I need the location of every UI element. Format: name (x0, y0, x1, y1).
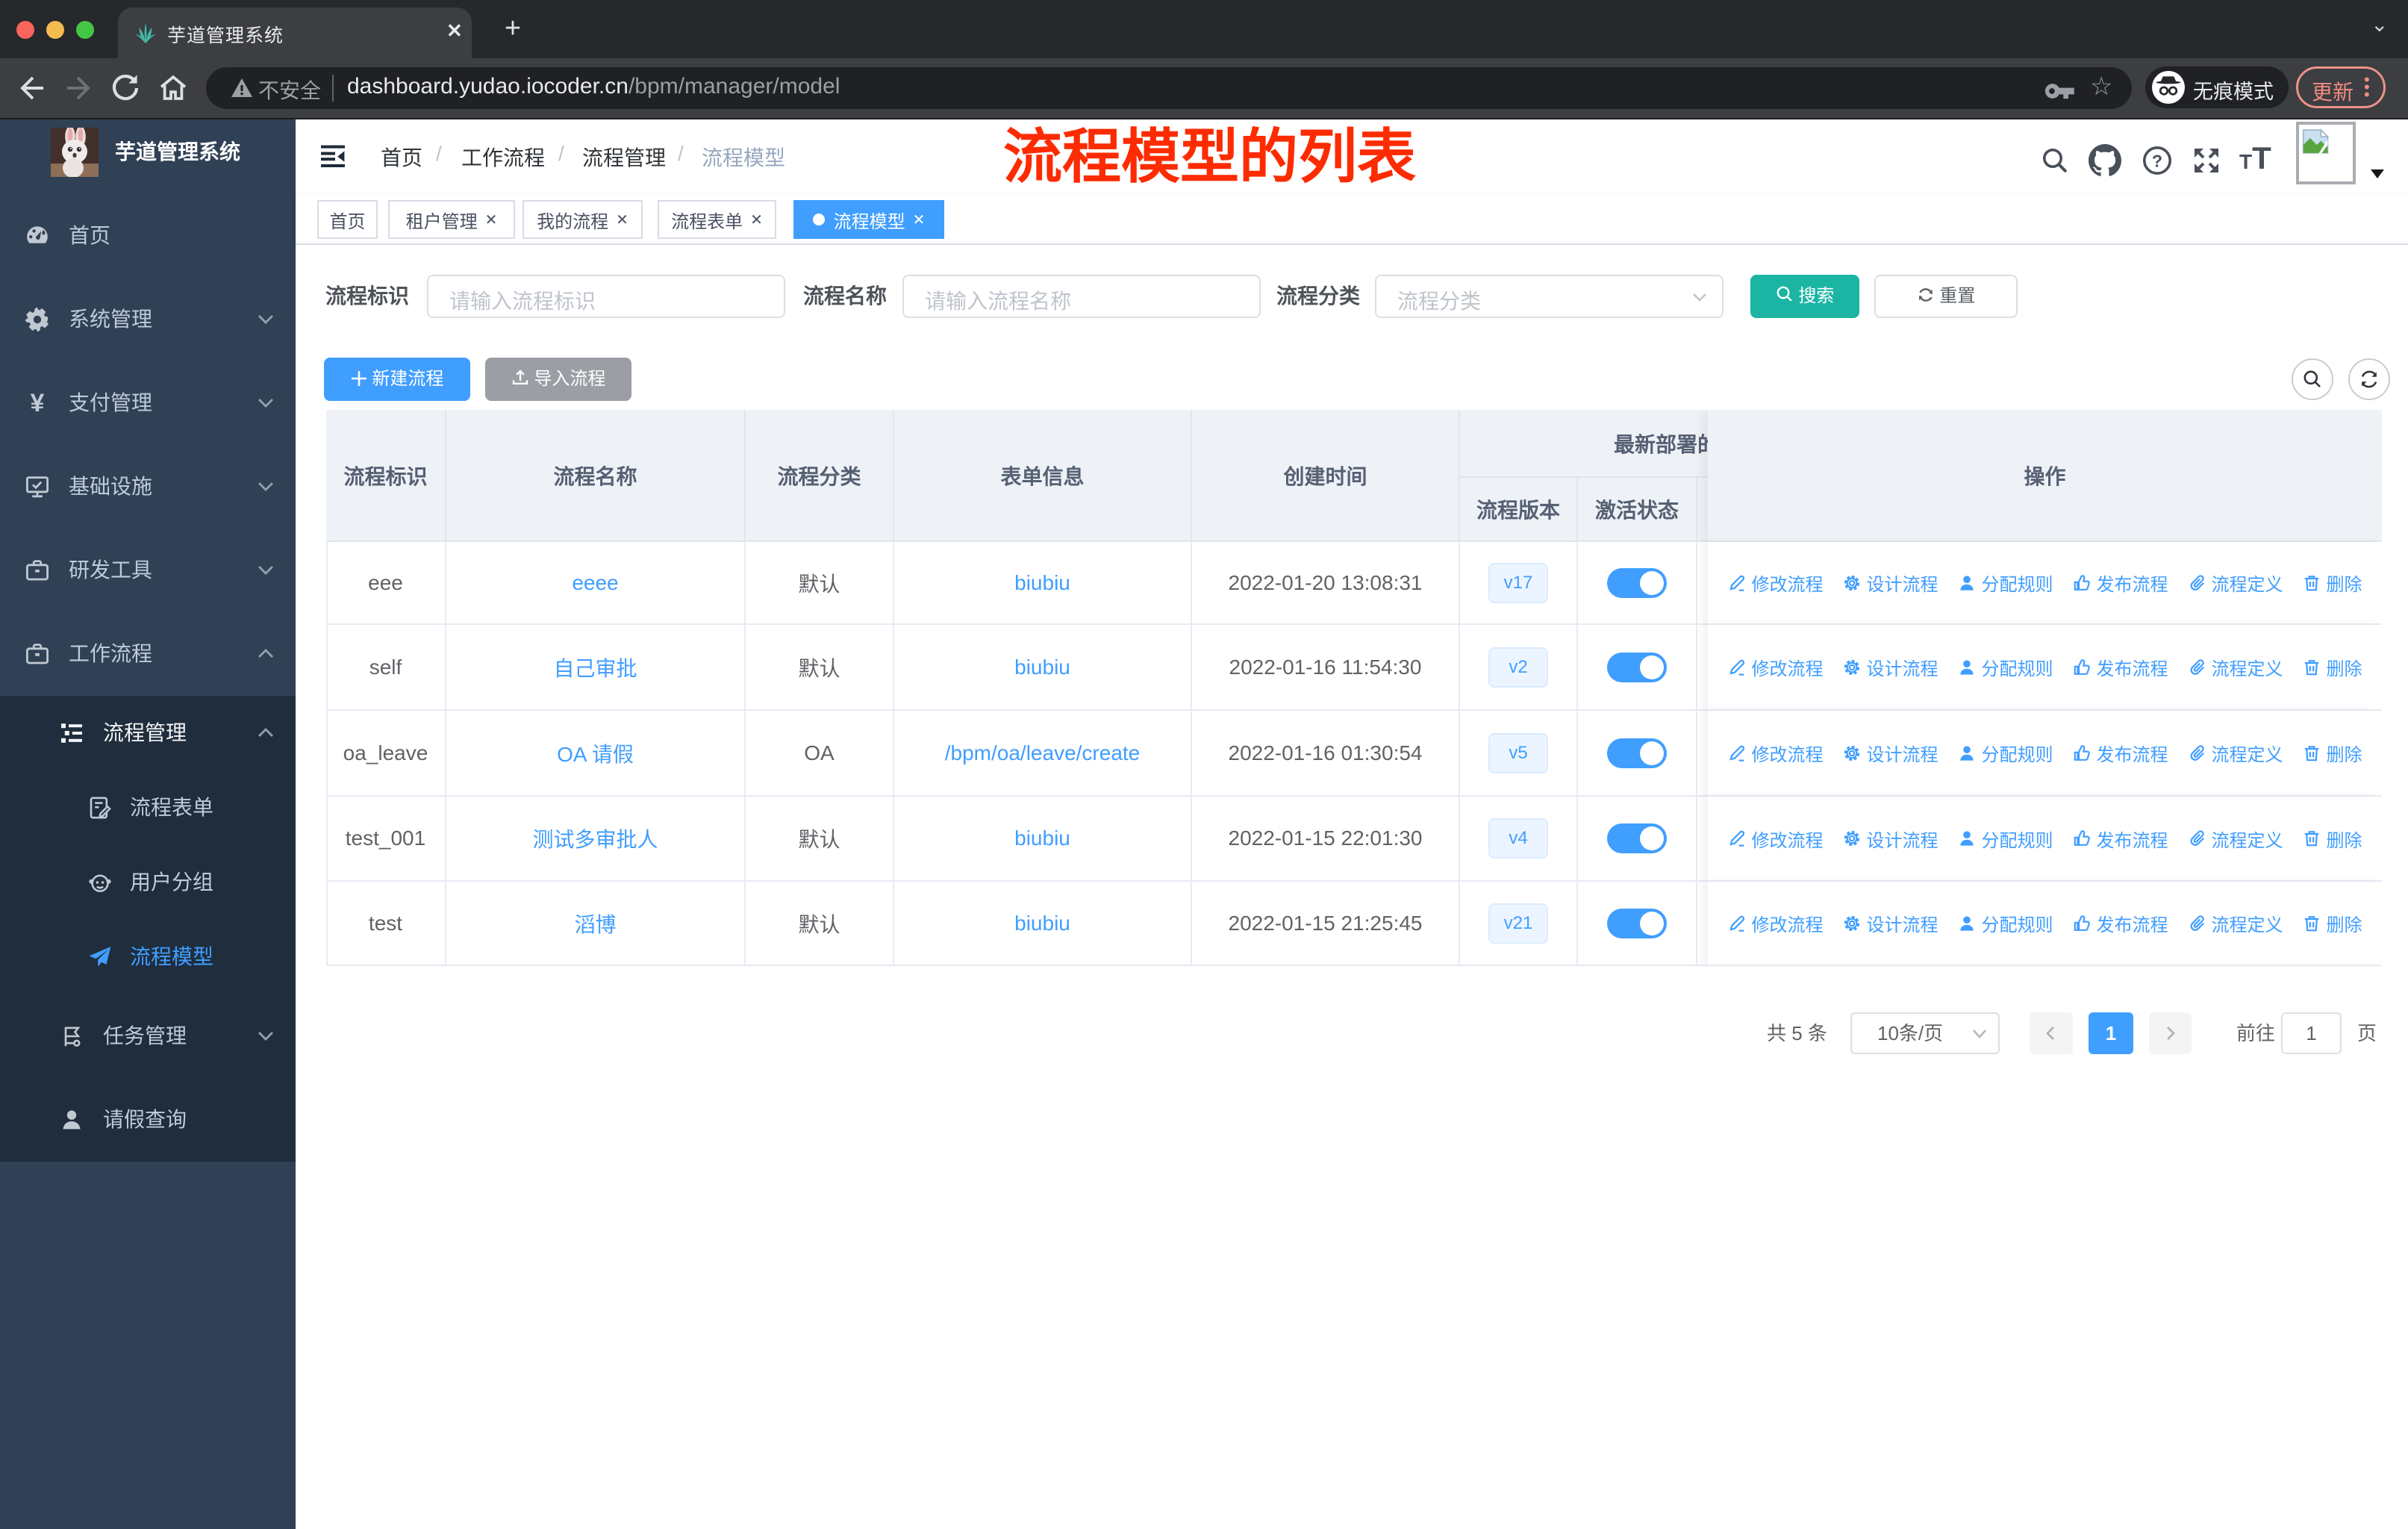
svg-text:?: ? (2152, 151, 2162, 170)
